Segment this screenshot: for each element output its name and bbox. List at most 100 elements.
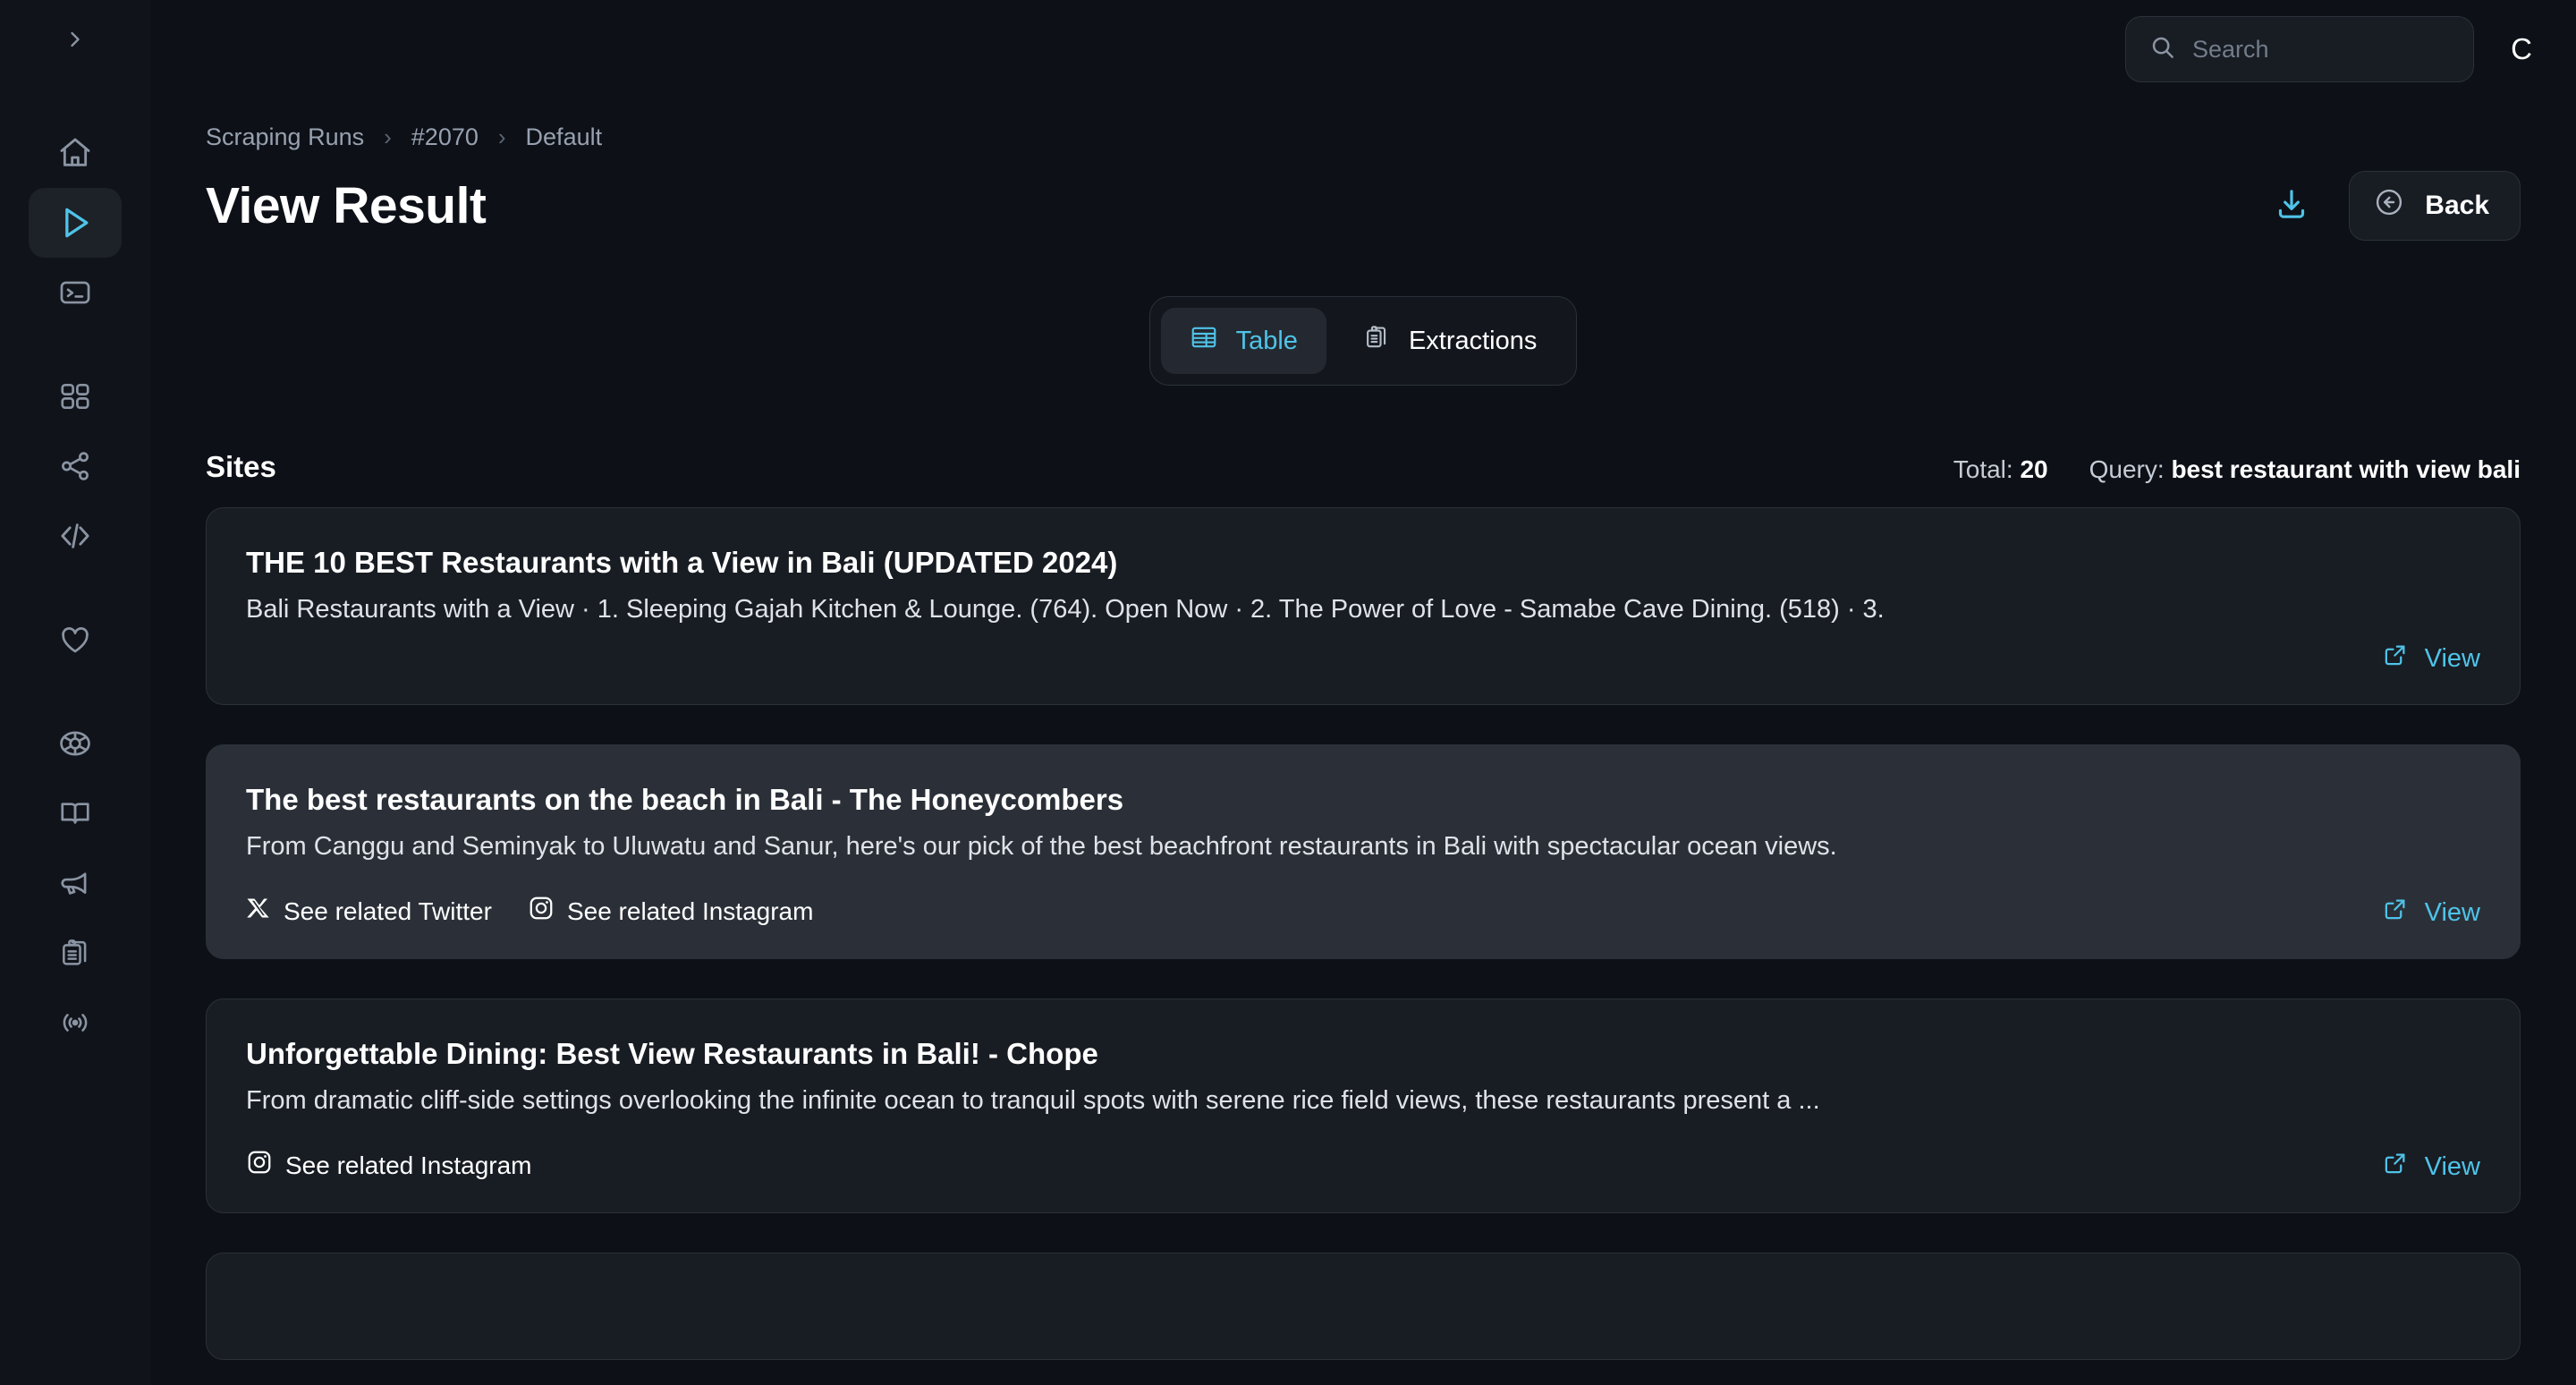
sidebar-item-tasks[interactable] xyxy=(29,918,122,988)
grid-icon xyxy=(58,379,92,413)
external-link-icon xyxy=(2382,1150,2409,1184)
view-link-label: View xyxy=(2424,643,2480,673)
breadcrumb-separator: › xyxy=(497,123,506,150)
title-actions: Back xyxy=(2274,171,2521,241)
search-input[interactable] xyxy=(2192,35,2450,64)
sidebar-nav-quaternary xyxy=(29,709,122,1058)
sites-label: Sites xyxy=(206,450,276,483)
table-icon xyxy=(1190,323,1218,359)
sidebar-item-support[interactable] xyxy=(29,709,122,778)
sidebar-nav-primary xyxy=(29,118,122,327)
lifebuoy-icon xyxy=(57,726,93,761)
social-link-label: See related Instagram xyxy=(285,1151,532,1179)
sidebar-item-scraping-runs[interactable] xyxy=(29,188,122,258)
result-socials: See related Twitter See related Instagra… xyxy=(246,895,2480,928)
avatar[interactable]: C xyxy=(2501,32,2542,66)
query-label: Query: xyxy=(2089,455,2165,483)
sites-header: Sites Total: 20 Query: best restaurant w… xyxy=(206,450,2521,484)
external-link-icon xyxy=(2382,896,2409,930)
result-socials: See related Instagram xyxy=(246,1149,2480,1182)
chevron-right-icon xyxy=(63,27,88,56)
title-row: View Result Back xyxy=(206,171,2521,241)
x-twitter-icon xyxy=(246,896,271,927)
sidebar-nav-secondary xyxy=(29,361,122,571)
play-icon xyxy=(55,203,95,242)
back-button[interactable]: Back xyxy=(2349,171,2521,241)
table-row[interactable]: Unforgettable Dining: Best View Restaura… xyxy=(206,998,2521,1214)
clipboard-icon xyxy=(58,936,92,970)
main-area: C Scraping Runs › #2070 › Default View R… xyxy=(150,0,2576,1385)
social-link-label: See related Instagram xyxy=(566,896,814,925)
sidebar-item-terminal[interactable] xyxy=(29,258,122,327)
breadcrumb-item-2[interactable]: Default xyxy=(526,123,603,151)
social-link-label: See related Twitter xyxy=(284,896,492,925)
breadcrumb-separator: › xyxy=(384,123,392,150)
sidebar-item-favorites[interactable] xyxy=(29,605,122,675)
sidebar-item-live[interactable] xyxy=(29,988,122,1058)
broadcast-icon xyxy=(58,1006,92,1040)
sidebar-toggle-button[interactable] xyxy=(50,16,100,66)
result-description: From Canggu and Seminyak to Uluwatu and … xyxy=(246,832,1837,862)
terminal-icon xyxy=(58,276,92,310)
social-link-instagram[interactable]: See related Instagram xyxy=(528,895,814,928)
view-link[interactable]: View xyxy=(2382,1150,2480,1184)
code-icon xyxy=(57,518,93,554)
query-value: best restaurant with view bali xyxy=(2171,455,2521,483)
tabs-wrap: Table Extractions xyxy=(206,296,2521,386)
result-description: Bali Restaurants with a View · 1. Sleepi… xyxy=(246,595,1885,624)
sites-meta: Total: 20 Query: best restaurant with vi… xyxy=(1953,455,2521,484)
book-icon xyxy=(58,796,92,830)
back-button-label: Back xyxy=(2425,191,2489,220)
share-icon xyxy=(58,449,92,483)
table-row[interactable]: The best restaurants on the beach in Bal… xyxy=(206,744,2521,960)
social-link-twitter[interactable]: See related Twitter xyxy=(246,896,492,927)
result-description: From dramatic cliff-side settings overlo… xyxy=(246,1086,1820,1116)
breadcrumb: Scraping Runs › #2070 › Default xyxy=(206,98,2521,151)
result-title: Unforgettable Dining: Best View Restaura… xyxy=(246,1037,1098,1071)
tab-table[interactable]: Table xyxy=(1160,308,1326,374)
heart-icon xyxy=(58,623,92,657)
arrow-left-circle-icon xyxy=(2373,186,2405,225)
instagram-icon xyxy=(246,1149,273,1182)
total-label: Total: xyxy=(1953,455,2013,483)
view-link-label: View xyxy=(2424,1151,2480,1181)
sidebar-item-api[interactable] xyxy=(29,501,122,571)
download-button[interactable] xyxy=(2274,186,2309,226)
tab-extractions-label: Extractions xyxy=(1408,326,1538,355)
view-link[interactable]: View xyxy=(2382,642,2480,676)
page-title: View Result xyxy=(206,177,487,234)
query-meta: Query: best restaurant with view bali xyxy=(2089,455,2521,484)
breadcrumb-item-0[interactable]: Scraping Runs xyxy=(206,123,364,151)
view-mode-tabs: Table Extractions xyxy=(1148,296,1578,386)
breadcrumb-item-1[interactable]: #2070 xyxy=(411,123,479,151)
view-link-label: View xyxy=(2424,897,2480,927)
clipboard-list-icon xyxy=(1362,323,1391,359)
tab-table-label: Table xyxy=(1235,326,1298,355)
home-icon xyxy=(57,135,93,171)
instagram-icon xyxy=(528,895,555,928)
external-link-icon xyxy=(2382,642,2409,676)
sidebar-item-home[interactable] xyxy=(29,118,122,188)
sidebar-item-announcements[interactable] xyxy=(29,848,122,918)
result-title: THE 10 BEST Restaurants with a View in B… xyxy=(246,546,1118,579)
download-icon xyxy=(2274,186,2309,226)
table-row[interactable] xyxy=(206,1253,2521,1361)
topbar: C xyxy=(150,0,2576,98)
page-content: Scraping Runs › #2070 › Default View Res… xyxy=(150,98,2576,1361)
view-link[interactable]: View xyxy=(2382,896,2480,930)
sidebar-item-apps[interactable] xyxy=(29,361,122,431)
megaphone-icon xyxy=(58,866,92,900)
result-title: The best restaurants on the beach in Bal… xyxy=(246,783,1124,817)
sidebar xyxy=(0,0,150,1385)
social-link-instagram[interactable]: See related Instagram xyxy=(246,1149,532,1182)
tab-extractions[interactable]: Extractions xyxy=(1334,308,1565,374)
total-value: 20 xyxy=(2020,455,2048,483)
sidebar-item-integrations[interactable] xyxy=(29,431,122,501)
total-meta: Total: 20 xyxy=(1953,455,2048,484)
search-icon xyxy=(2149,34,2176,65)
sidebar-nav-tertiary xyxy=(29,605,122,675)
results-list: THE 10 BEST Restaurants with a View in B… xyxy=(206,507,2521,1361)
search-box[interactable] xyxy=(2125,16,2474,82)
sidebar-item-docs[interactable] xyxy=(29,778,122,848)
table-row[interactable]: THE 10 BEST Restaurants with a View in B… xyxy=(206,507,2521,706)
